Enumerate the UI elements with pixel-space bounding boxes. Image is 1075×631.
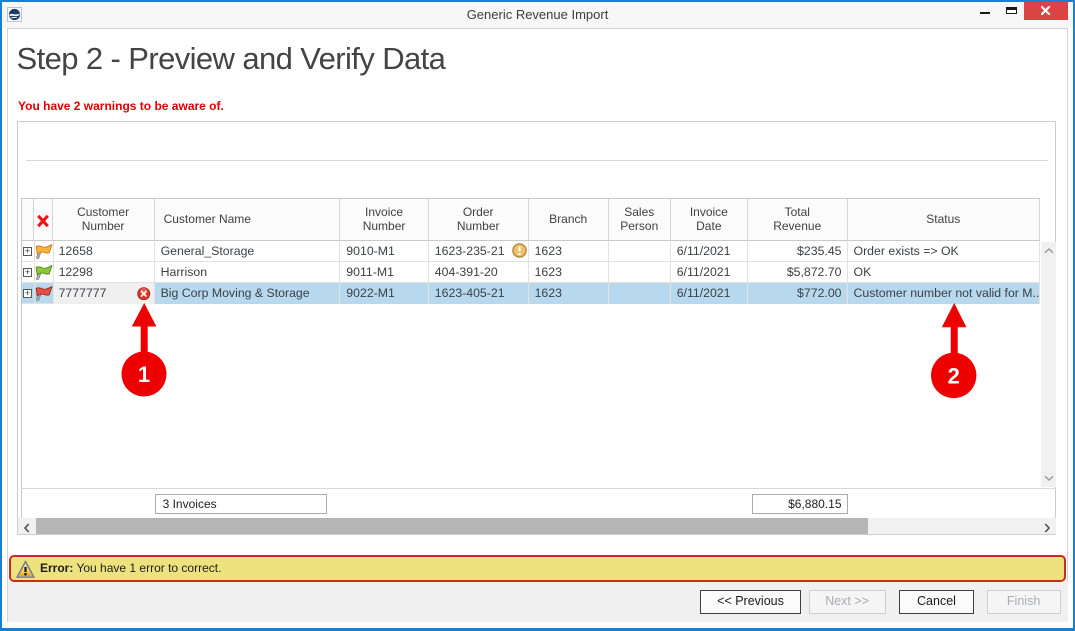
svg-text:2: 2 xyxy=(948,363,960,388)
svg-text:1: 1 xyxy=(138,362,150,387)
